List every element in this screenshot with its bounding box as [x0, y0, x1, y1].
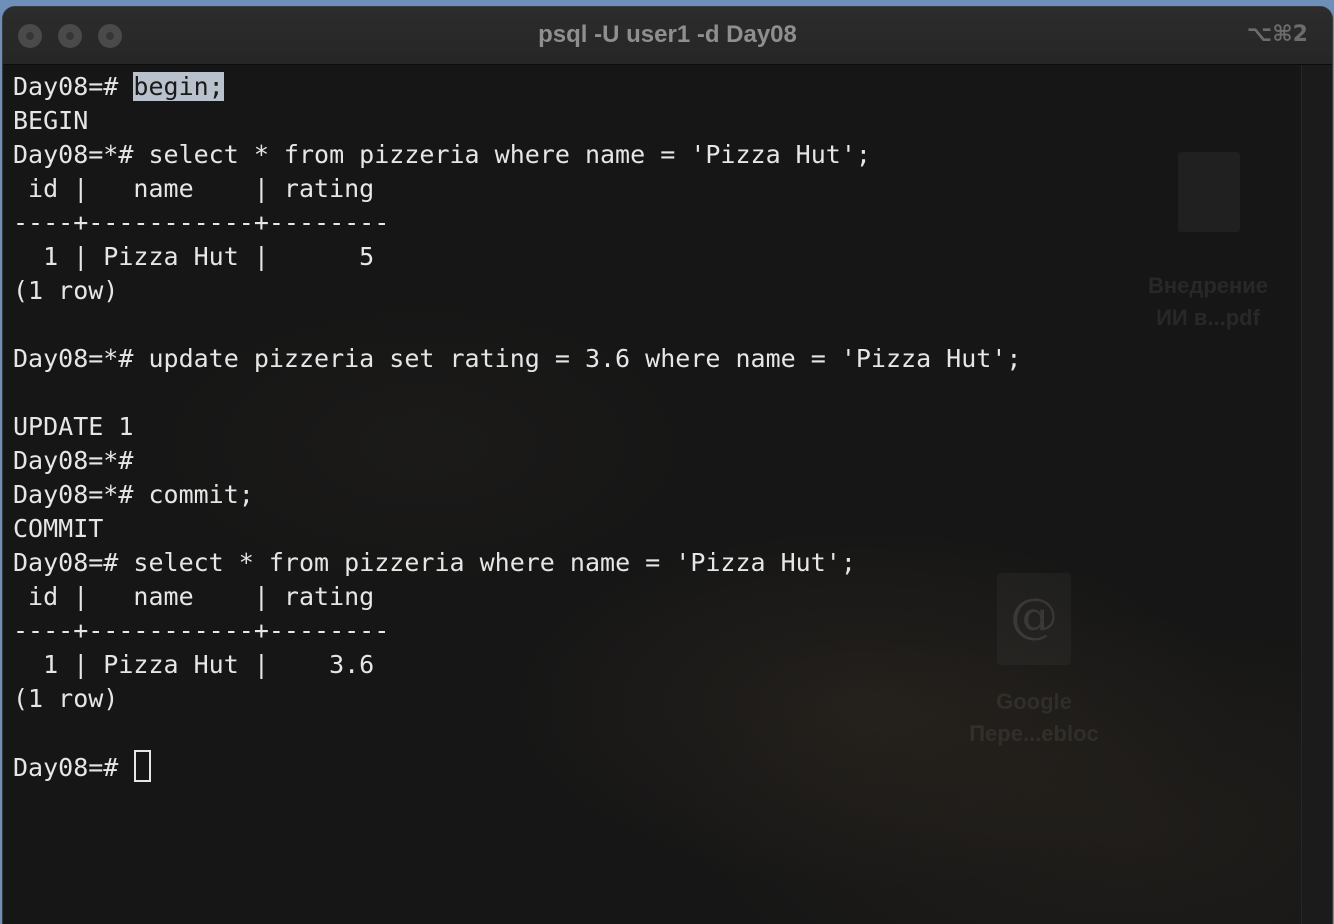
terminal-line: 1 | Pizza Hut | 3.6 — [13, 648, 1021, 682]
terminal-line: id | name | rating — [13, 580, 1021, 614]
line-text: update pizzeria set rating = 3.6 where n… — [148, 344, 1022, 373]
window-title: psql -U user1 -d Day08 — [538, 21, 797, 48]
terminal-line: ----+-----------+-------- — [13, 614, 1021, 648]
terminal-line: 1 | Pizza Hut | 5 — [13, 240, 1021, 274]
prompt: Day08=*# — [13, 480, 149, 509]
desktop-icon-label-line: ИИ в...pdf — [1156, 305, 1260, 330]
terminal-line: BEGIN — [13, 104, 1021, 138]
window-shortcut: ⌥⌘2 — [1246, 22, 1308, 47]
line-text: 1 | Pizza Hut | 5 — [13, 242, 375, 271]
line-text: ----+-----------+-------- — [13, 616, 390, 645]
line-text: (1 row) — [13, 276, 119, 305]
terminal-line: Day08=# begin; — [13, 70, 1021, 104]
line-text: COMMIT — [13, 514, 104, 543]
line-text: id | name | rating — [13, 582, 390, 611]
selected-text: begin; — [133, 72, 224, 101]
terminal-line: Day08=# — [13, 750, 1021, 784]
prompt: Day08=# — [13, 548, 134, 577]
prompt: Day08=*# — [13, 344, 149, 373]
line-text: (1 row) — [13, 684, 119, 713]
desktop-icon-label-line: Внедрение — [1147, 273, 1269, 298]
terminal-output: Day08=# begin; BEGIN Day08=*# select * fro… — [13, 70, 1021, 784]
terminal-line: Day08=# select * from pizzeria where nam… — [13, 546, 1021, 580]
terminal-line: UPDATE 1 — [13, 410, 1021, 444]
terminal-line: Day08=*# commit; — [13, 478, 1021, 512]
prompt: Day08=*# — [13, 446, 149, 475]
prompt: Day08=# — [13, 72, 134, 101]
terminal-line: id | name | rating — [13, 172, 1021, 206]
line-text: id | name | rating — [13, 174, 390, 203]
terminal-line: Day08=*# — [13, 444, 1021, 478]
desktop-icon-label-pdf: Внедрение ИИ в...pdf — [1128, 270, 1288, 334]
line-text: commit; — [148, 480, 254, 509]
pdf-document-icon — [1178, 152, 1240, 232]
terminal-line: ----+-----------+-------- — [13, 206, 1021, 240]
line-text: UPDATE 1 — [13, 412, 134, 441]
terminal-line: COMMIT — [13, 512, 1021, 546]
line-text: select * from pizzeria where name = 'Piz… — [133, 548, 856, 577]
terminal-line: (1 row) — [13, 682, 1021, 716]
text-cursor — [134, 750, 152, 782]
line-text: 1 | Pizza Hut | 3.6 — [13, 650, 375, 679]
line-text: BEGIN — [13, 106, 89, 135]
terminal-line: Day08=*# update pizzeria set rating = 3.… — [13, 342, 1021, 376]
scrollbar[interactable] — [1301, 65, 1332, 924]
line-text: ----+-----------+-------- — [13, 208, 390, 237]
line-text: select * from pizzeria where name = 'Piz… — [148, 140, 871, 169]
terminal-line: (1 row) — [13, 274, 1021, 308]
title-bar[interactable]: psql -U user1 -d Day08 ⌥⌘2 — [3, 7, 1332, 65]
terminal-line: Day08=*# select * from pizzeria where na… — [13, 138, 1021, 172]
prompt: Day08=# — [13, 753, 134, 782]
prompt: Day08=*# — [13, 140, 149, 169]
